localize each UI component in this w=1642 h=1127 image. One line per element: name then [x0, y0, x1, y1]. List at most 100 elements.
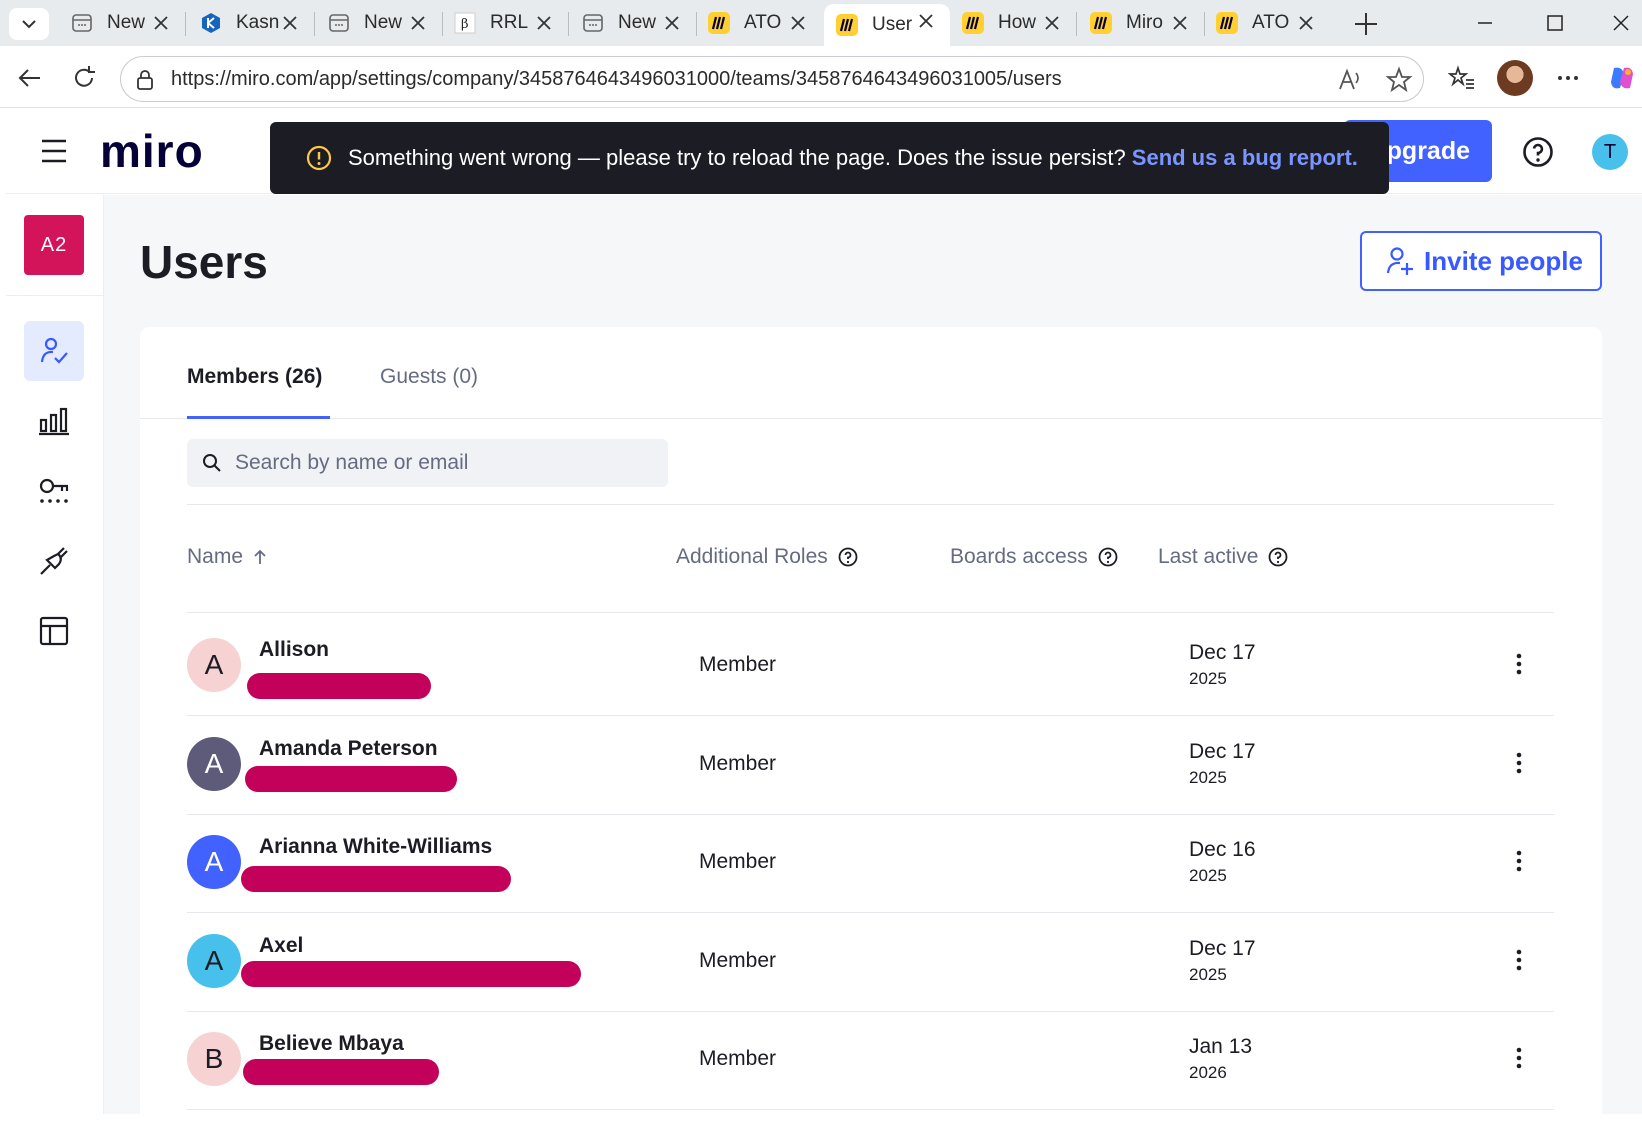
row-more-icon[interactable] — [1507, 848, 1531, 874]
sidebar-item-users[interactable] — [24, 321, 84, 381]
menu-icon[interactable] — [40, 138, 68, 164]
member-role[interactable]: Member — [699, 949, 776, 973]
help-icon[interactable] — [838, 547, 858, 567]
close-tab-icon[interactable] — [408, 13, 428, 33]
user-avatar[interactable]: T — [1592, 134, 1628, 170]
copilot-icon[interactable] — [1608, 64, 1636, 92]
sidebar-item-templates[interactable] — [24, 601, 84, 661]
avatar: A — [187, 933, 241, 988]
browser-tab[interactable]: New — [59, 6, 185, 40]
column-boards-label: Boards access — [950, 545, 1088, 568]
close-tab-icon[interactable] — [1170, 13, 1190, 33]
search-icon — [203, 454, 221, 472]
close-tab-icon[interactable] — [1296, 13, 1316, 33]
member-name: Believe Mbaya — [259, 1032, 404, 1055]
bug-report-link[interactable]: Send us a bug report. — [1132, 145, 1358, 171]
avatar: A — [187, 638, 241, 692]
column-header-name[interactable]: Name — [187, 545, 267, 569]
browser-tab[interactable]: Miro — [1078, 6, 1204, 40]
add-user-icon — [1386, 247, 1413, 275]
lock-icon[interactable] — [135, 69, 155, 91]
miro-logo[interactable]: miro — [100, 124, 204, 178]
row-more-icon[interactable] — [1507, 947, 1531, 973]
close-tab-icon[interactable] — [280, 13, 300, 33]
close-tab-icon[interactable] — [534, 13, 554, 33]
sort-ascending-icon — [254, 549, 266, 564]
close-tab-icon[interactable] — [662, 13, 682, 33]
browser-tab[interactable]: Kasn — [188, 6, 314, 40]
row-more-icon[interactable] — [1507, 750, 1531, 776]
tab-separator — [185, 12, 186, 36]
table-row[interactable]: A Allison Member Dec 17 2025 — [187, 613, 1554, 716]
last-active-year: 2025 — [1189, 866, 1227, 885]
avatar: A — [187, 835, 241, 889]
last-active-date: Dec 17 — [1189, 641, 1256, 664]
rrl-icon: β — [454, 12, 476, 34]
miro-icon — [962, 12, 984, 34]
page-icon — [71, 12, 93, 34]
table-row[interactable]: A Amanda Peterson Member Dec 17 2025 — [187, 712, 1554, 815]
favorite-star-icon[interactable] — [1385, 66, 1413, 94]
browser-tab[interactable]: New — [570, 6, 696, 40]
tab-title: Kasn — [236, 12, 280, 33]
browser-tab[interactable]: β RRL — [442, 6, 568, 40]
back-icon[interactable] — [16, 64, 44, 92]
table-row[interactable]: A Axel Member Dec 17 2025 — [187, 909, 1554, 1012]
read-aloud-icon[interactable] — [1337, 67, 1363, 93]
sidebar-item-analytics[interactable] — [24, 391, 84, 451]
kasm-icon — [200, 12, 222, 34]
browser-tab[interactable]: How — [950, 6, 1076, 40]
close-tab-icon[interactable] — [151, 13, 171, 33]
member-role[interactable]: Member — [699, 752, 776, 776]
browser-tab[interactable]: New — [316, 6, 442, 40]
help-icon[interactable] — [1098, 547, 1118, 567]
favorites-icon[interactable] — [1448, 64, 1476, 92]
member-role[interactable]: Member — [699, 1047, 776, 1071]
tab-guests[interactable]: Guests (0) — [380, 365, 478, 389]
member-role[interactable]: Member — [699, 850, 776, 874]
address-bar[interactable]: https://miro.com/app/settings/company/34… — [120, 56, 1424, 102]
reload-icon[interactable] — [70, 64, 98, 92]
sidebar-item-security[interactable] — [24, 461, 84, 521]
table-row[interactable]: A Arianna White-Williams Member Dec 16 2025 — [187, 810, 1554, 913]
row-more-icon[interactable] — [1507, 1045, 1531, 1071]
last-active-year: 2025 — [1189, 669, 1227, 688]
last-active-date: Jan 13 — [1189, 1035, 1253, 1058]
redacted-email — [247, 673, 431, 699]
member-role[interactable]: Member — [699, 653, 776, 677]
tab-title: New — [107, 12, 146, 33]
more-options-icon[interactable] — [1554, 64, 1582, 92]
column-last-active-label: Last active — [1158, 545, 1259, 568]
invite-people-label: Invite people — [1424, 245, 1583, 276]
tab-actions-button[interactable] — [9, 8, 49, 40]
miro-icon — [836, 14, 858, 36]
new-tab-button[interactable] — [1352, 10, 1380, 38]
column-roles-label: Additional Roles — [676, 545, 828, 568]
maximize-icon[interactable] — [1540, 8, 1570, 38]
organization-badge[interactable]: A2 — [24, 215, 84, 275]
invite-people-button[interactable]: Invite people — [1360, 231, 1602, 291]
search-input[interactable] — [235, 439, 655, 487]
close-window-icon[interactable] — [1606, 8, 1636, 38]
close-tab-icon[interactable] — [916, 11, 936, 31]
minimize-icon[interactable] — [1470, 8, 1500, 38]
close-tab-icon[interactable] — [1042, 13, 1062, 33]
tab-title: How — [998, 12, 1037, 33]
table-row[interactable]: B Believe Mbaya Member Jan 13 2026 — [187, 1007, 1554, 1110]
row-more-icon[interactable] — [1507, 651, 1531, 677]
error-toast: Something went wrong — please try to rel… — [270, 122, 1389, 194]
page-icon — [582, 12, 604, 34]
browser-profile-avatar[interactable] — [1497, 60, 1533, 96]
member-name: Arianna White-Williams — [259, 835, 493, 858]
last-active-year: 2025 — [1189, 964, 1227, 984]
warning-icon — [306, 145, 332, 171]
tab-members[interactable]: Members (26) — [187, 365, 322, 389]
browser-tab[interactable]: ATO — [696, 6, 822, 40]
sidebar-item-integrations[interactable] — [24, 531, 84, 591]
browser-tab[interactable]: ATO — [1204, 6, 1330, 40]
help-icon[interactable] — [1522, 136, 1554, 168]
browser-tab[interactable]: User — [824, 4, 950, 46]
column-name-label: Name — [187, 545, 244, 568]
close-tab-icon[interactable] — [788, 13, 808, 33]
help-icon[interactable] — [1268, 547, 1288, 567]
